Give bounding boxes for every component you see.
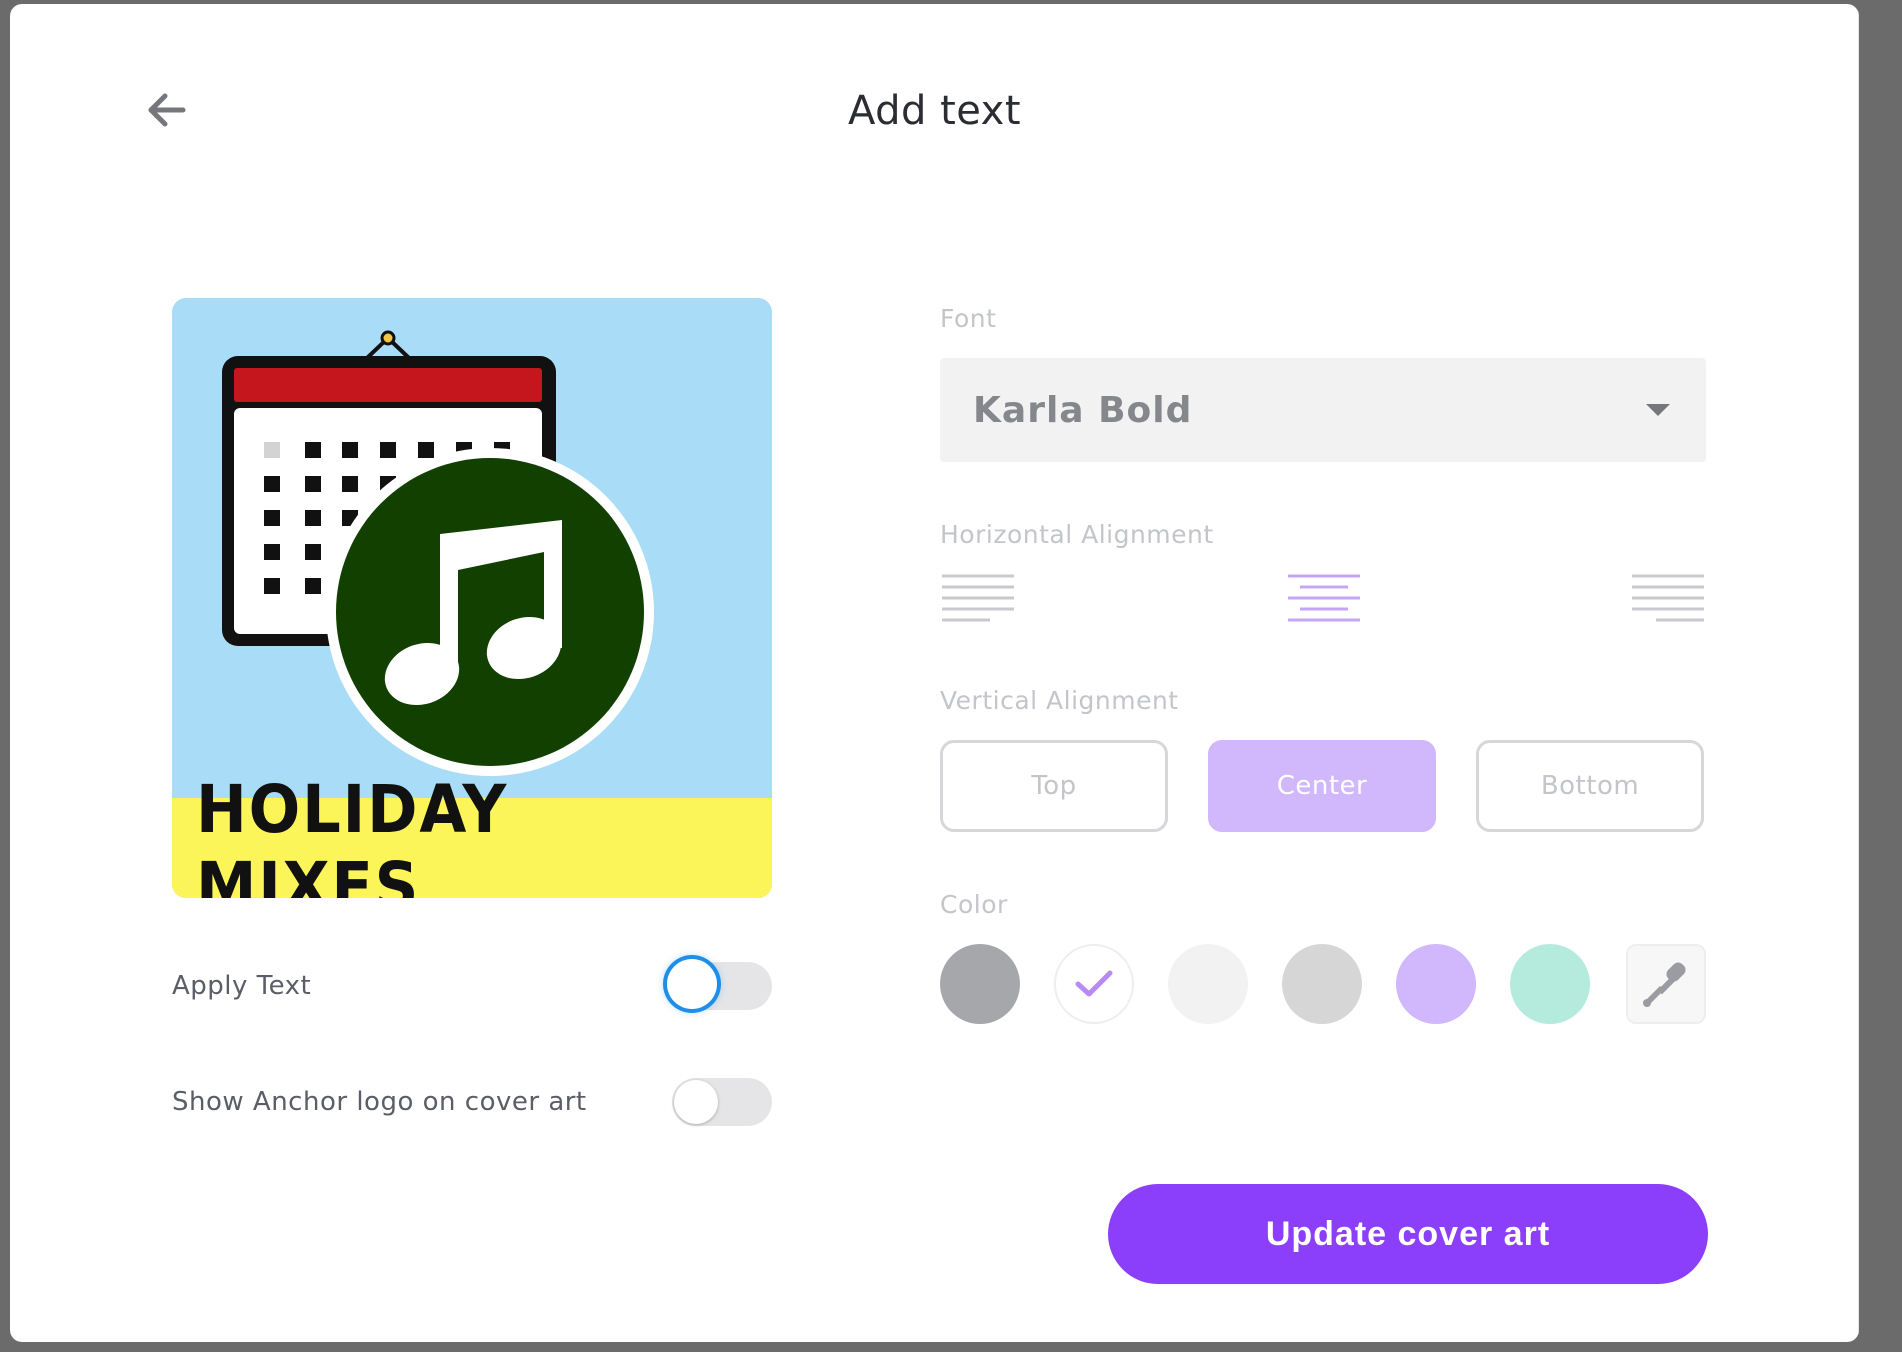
cover-caption-text: HOLIDAY MIXES <box>196 771 509 898</box>
apply-text-row: Apply Text <box>172 958 772 1014</box>
apply-text-toggle[interactable] <box>670 962 772 1010</box>
swatch-lavender[interactable] <box>1396 944 1476 1024</box>
font-label: Font <box>940 304 997 333</box>
swatch-mint[interactable] <box>1510 944 1590 1024</box>
swatch-gray[interactable] <box>1282 944 1362 1024</box>
update-cover-art-button[interactable]: Update cover art <box>1108 1184 1708 1284</box>
add-text-modal: Add text HOLIDAY MIXES Apply Text Show A… <box>10 4 1859 1342</box>
check-icon <box>1075 970 1113 997</box>
show-logo-row: Show Anchor logo on cover art <box>172 1074 772 1130</box>
eyedropper-icon <box>1643 962 1686 1007</box>
modal-title: Add text <box>847 88 1022 134</box>
valign-bottom-button[interactable]: Bottom <box>1476 740 1704 832</box>
scrollbar-edge <box>1858 4 1859 1342</box>
align-right-button[interactable] <box>1630 572 1706 628</box>
vertical-alignment-label: Vertical Alignment <box>940 686 1179 715</box>
valign-top-button[interactable]: Top <box>940 740 1168 832</box>
font-select[interactable]: Karla Bold <box>940 358 1706 462</box>
caret-down-icon <box>1646 404 1670 416</box>
apply-text-label: Apply Text <box>172 971 312 1001</box>
color-picker-button[interactable] <box>1626 944 1706 1024</box>
show-logo-label: Show Anchor logo on cover art <box>172 1087 587 1117</box>
swatch-light-gray[interactable] <box>1168 944 1248 1024</box>
show-logo-toggle[interactable] <box>672 1078 772 1126</box>
align-left-icon <box>942 574 1014 622</box>
align-center-button[interactable] <box>1286 572 1362 628</box>
toggle-knob <box>670 962 714 1006</box>
swatch-dark-gray[interactable] <box>940 944 1020 1024</box>
cover-art-preview: HOLIDAY MIXES <box>172 298 772 898</box>
swatch-white[interactable] <box>1054 944 1134 1024</box>
valign-center-button[interactable]: Center <box>1208 740 1436 832</box>
color-label: Color <box>940 890 1008 919</box>
cover-caption: HOLIDAY MIXES <box>172 771 772 898</box>
align-center-icon <box>1288 574 1360 622</box>
font-select-value: Karla Bold <box>973 389 1193 431</box>
calendar-music-illustration <box>222 330 654 776</box>
align-right-icon <box>1632 574 1704 622</box>
toggle-knob <box>674 1080 718 1124</box>
horizontal-alignment-label: Horizontal Alignment <box>940 520 1214 549</box>
align-left-button[interactable] <box>940 572 1016 628</box>
